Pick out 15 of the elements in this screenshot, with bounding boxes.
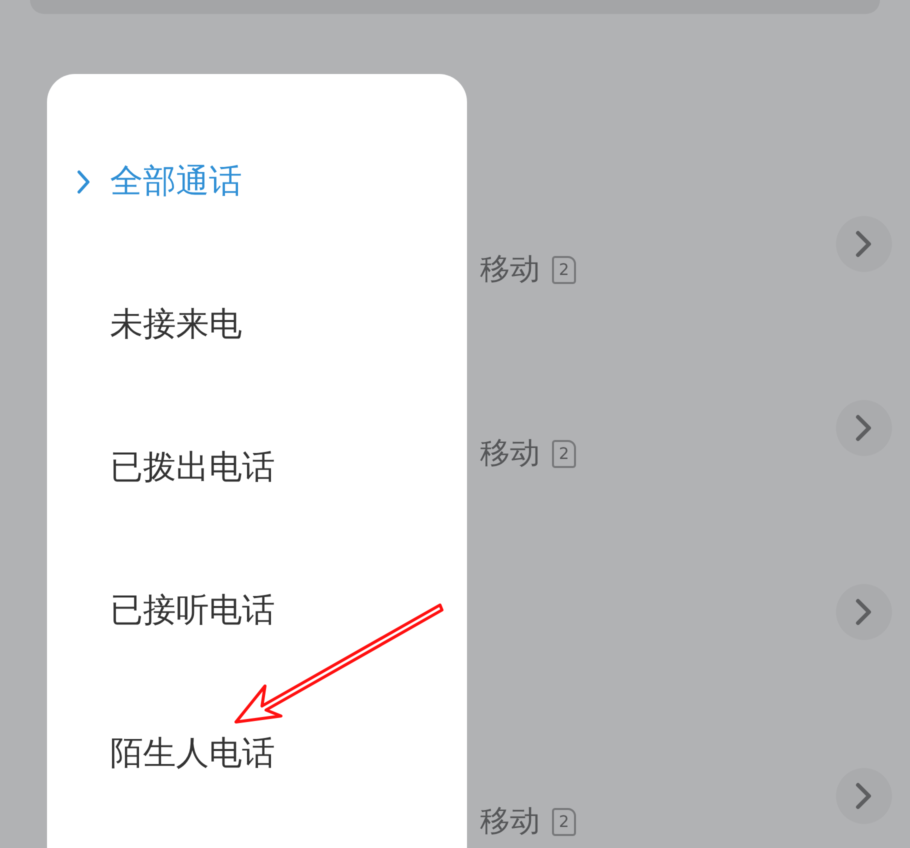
chevron-right-icon <box>855 414 873 442</box>
menu-item[interactable]: 已拨出电话 <box>47 444 467 587</box>
sim-badge: 2 <box>552 440 576 468</box>
chevron-right-icon <box>77 170 91 194</box>
chevron-right-icon <box>855 598 873 626</box>
sim-badge: 2 <box>552 808 576 836</box>
carrier-label: 移动 <box>480 435 540 473</box>
carrier-label: 移动 <box>480 251 540 289</box>
sim-badge: 2 <box>552 256 576 284</box>
menu-item[interactable]: 陌生人电话 <box>47 730 467 848</box>
menu-item[interactable]: 已接听电话 <box>47 587 467 730</box>
carrier-label: 移动 <box>480 803 540 841</box>
menu-item[interactable]: 未接来电 <box>47 301 467 444</box>
chevron-right-icon <box>855 782 873 810</box>
chevron-right-icon <box>855 230 873 258</box>
